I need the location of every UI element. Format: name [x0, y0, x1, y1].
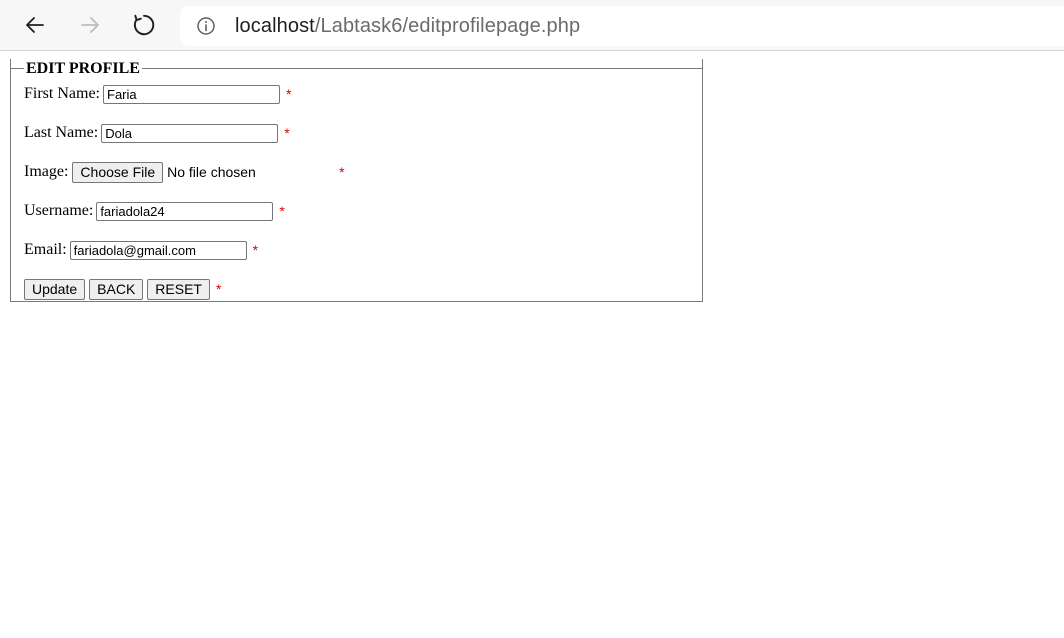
arrow-right-icon: [81, 17, 99, 33]
forward-button[interactable]: [74, 9, 106, 41]
image-label: Image:: [24, 163, 69, 180]
browser-toolbar: localhost/Labtask6/editprofilepage.php: [0, 0, 1064, 51]
email-input[interactable]: [69, 240, 247, 260]
required-mark: *: [339, 164, 345, 180]
back-button[interactable]: [19, 9, 51, 41]
first-name-row: First Name: *: [24, 82, 291, 106]
required-mark: *: [252, 242, 259, 258]
required-mark: *: [286, 86, 292, 102]
reload-icon: [133, 14, 155, 36]
email-label: Email:: [24, 241, 67, 258]
username-label: Username:: [24, 202, 94, 219]
email-row: Email: *: [24, 238, 258, 262]
url-path: /Labtask6/editprofilepage.php: [314, 14, 581, 37]
first-name-label: First Name:: [24, 85, 100, 102]
reload-button[interactable]: [128, 9, 160, 41]
reset-button[interactable]: RESET: [147, 278, 210, 300]
username-input[interactable]: [96, 201, 274, 221]
last-name-input[interactable]: [101, 123, 279, 143]
last-name-row: Last Name: *: [24, 121, 290, 145]
arrow-left-icon: [26, 17, 44, 33]
address-bar[interactable]: localhost/Labtask6/editprofilepage.php: [180, 6, 1064, 46]
button-row: Update BACK RESET *: [24, 277, 221, 301]
last-name-label: Last Name:: [24, 124, 99, 141]
fieldset-legend: EDIT PROFILE: [24, 60, 142, 78]
image-row: Image: Choose File No file chosen *: [24, 160, 345, 184]
username-row: Username: *: [24, 199, 285, 223]
required-mark: *: [284, 125, 290, 141]
url-host: localhost: [235, 14, 315, 37]
required-mark: *: [215, 281, 222, 297]
info-icon[interactable]: [196, 16, 216, 36]
url-text: localhost/Labtask6/editprofilepage.php: [235, 15, 580, 38]
update-button[interactable]: Update: [24, 278, 86, 300]
page-content: EDIT PROFILE First Name: * Last Name: * …: [0, 51, 1064, 638]
required-mark: *: [279, 203, 285, 219]
file-status: No file chosen: [167, 164, 256, 180]
choose-file-button[interactable]: Choose File: [72, 161, 164, 183]
back-link-button[interactable]: BACK: [89, 278, 144, 300]
first-name-input[interactable]: [103, 84, 280, 104]
